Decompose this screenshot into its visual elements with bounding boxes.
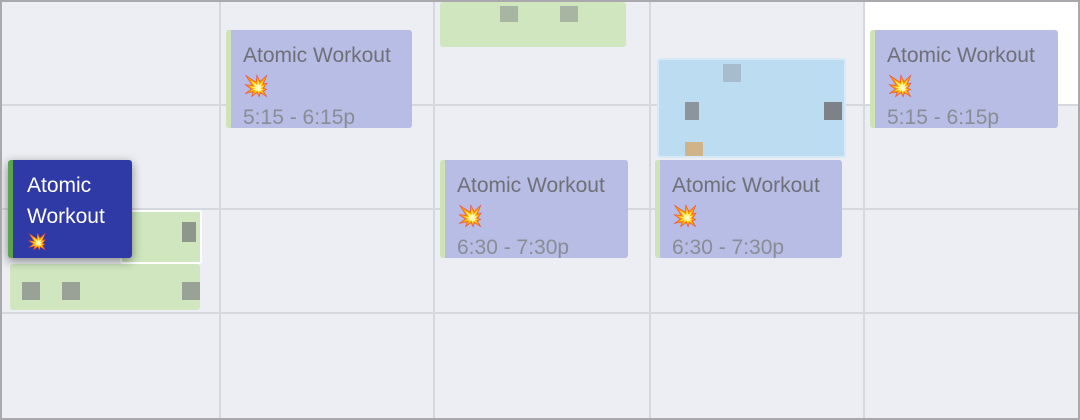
redacted-event[interactable]	[657, 58, 846, 158]
event-title: Atomic Workout 💥	[887, 44, 1035, 98]
event-title: Atomic Workout 💥	[672, 174, 820, 228]
redacted-event[interactable]	[440, 2, 626, 47]
grid-divider	[433, 2, 435, 418]
grid-divider	[863, 2, 865, 418]
calendar-week-grid: Atomic Workout 💥 5:15 - 6:15p Atomic Wor…	[0, 0, 1080, 420]
event-title: Atomic Workout 💥	[243, 44, 391, 98]
grid-divider	[649, 2, 651, 418]
selected-calendar-event[interactable]: Atomic Workout 💥	[8, 160, 132, 258]
event-title: Atomic Workout 💥	[457, 174, 605, 228]
redacted-event[interactable]	[10, 264, 200, 310]
event-time: 6:30 - 7:30p	[457, 236, 570, 258]
redacted-event[interactable]	[120, 210, 202, 264]
event-time: 6:30 - 7:30p	[672, 236, 785, 258]
event-emoji: 💥	[27, 234, 47, 251]
hour-divider	[2, 312, 1078, 314]
calendar-event[interactable]: Atomic Workout 💥 6:30 - 7:30p	[655, 160, 842, 258]
event-title: Atomic Workout	[27, 174, 105, 228]
event-time: 5:15 - 6:15p	[887, 106, 1000, 128]
calendar-event[interactable]: Atomic Workout 💥 5:15 - 6:15p	[226, 30, 412, 128]
grid-divider	[219, 2, 221, 418]
event-time: 5:15 - 6:15p	[243, 106, 356, 128]
calendar-event[interactable]: Atomic Workout 💥 5:15 - 6:15p	[870, 30, 1058, 128]
calendar-event[interactable]: Atomic Workout 💥 6:30 - 7:30p	[440, 160, 628, 258]
